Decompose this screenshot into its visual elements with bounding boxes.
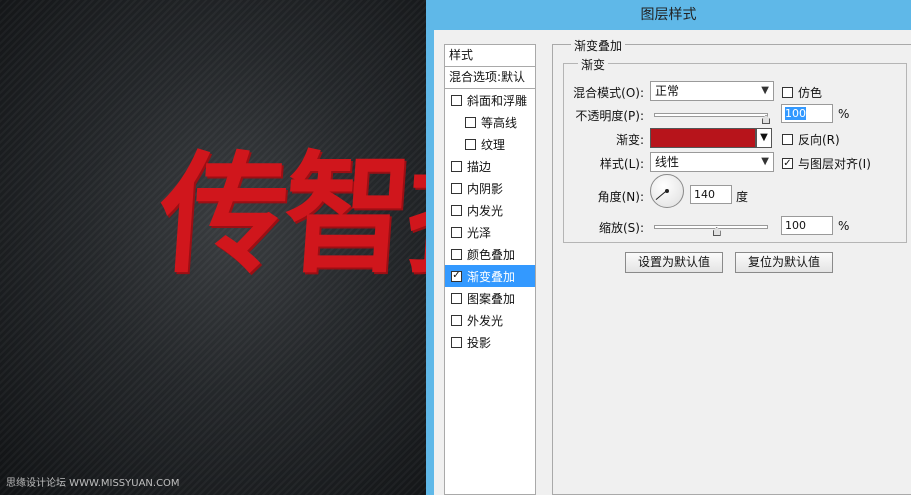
style-items: 斜面和浮雕等高线纹理描边内阴影内发光光泽颜色叠加 ✓ 渐变叠加图案叠加外发光投影 <box>445 89 535 353</box>
style-item-label: 投影 <box>467 335 492 350</box>
style-item-label: 内阴影 <box>467 181 504 196</box>
style-item-checkbox[interactable] <box>465 138 476 150</box>
angle-unit: 度 <box>736 190 749 204</box>
reset-default-button[interactable]: 复位为默认值 <box>735 252 833 273</box>
section-title: 渐变叠加 <box>571 37 626 54</box>
angle-input[interactable]: 140 <box>690 185 732 204</box>
set-default-button[interactable]: 设置为默认值 <box>625 252 723 273</box>
opacity-slider[interactable] <box>654 113 768 117</box>
style-item-checkbox[interactable] <box>465 116 476 128</box>
align-label: 与图层对齐(I) <box>798 157 871 171</box>
style-item-label: 内发光 <box>467 203 504 218</box>
group-title: 渐变 <box>578 56 609 73</box>
blend-mode-label: 混合模式(O): <box>573 86 644 100</box>
style-item-checkbox[interactable]: ✓ <box>451 270 462 282</box>
style-item[interactable]: 投影 <box>445 331 535 353</box>
dither-check-icon <box>782 87 793 98</box>
opacity-input[interactable]: 100 <box>781 104 833 123</box>
style-item[interactable]: 内阴影 <box>445 177 535 199</box>
opacity-label: 不透明度(P): <box>575 109 644 123</box>
style-item-checkbox[interactable] <box>451 314 462 326</box>
style-item-checkbox[interactable] <box>451 182 462 194</box>
align-with-layer-checkbox[interactable]: ✓ 与图层对齐(I) <box>782 155 871 172</box>
style-item-label: 渐变叠加 <box>467 269 516 284</box>
style-item[interactable]: 图案叠加 <box>445 287 535 309</box>
opacity-value: 100 <box>785 107 806 120</box>
style-item-label: 图案叠加 <box>467 291 516 306</box>
style-item-label: 等高线 <box>481 115 518 130</box>
gradient-label: 渐变: <box>615 133 644 147</box>
scale-percent-sign: % <box>838 219 850 233</box>
angle-label: 角度(N): <box>597 190 644 204</box>
dither-label: 仿色 <box>798 86 823 100</box>
style-item-checkbox[interactable] <box>451 160 462 172</box>
style-item-checkbox[interactable] <box>451 204 462 216</box>
scale-slider[interactable] <box>654 225 768 229</box>
chevron-down-icon: ▼ <box>761 156 769 167</box>
gradient-overlay-panel: 渐变叠加 渐变 混合模式(O): 正常 ▼ 仿色 不透明度(P): 100 % … <box>552 37 911 495</box>
style-select[interactable]: 线性 ▼ <box>650 152 774 172</box>
opacity-percent-sign: % <box>838 107 850 121</box>
gradient-group: 渐变 混合模式(O): 正常 ▼ 仿色 不透明度(P): 100 % 渐变: ▼… <box>563 56 907 243</box>
style-item-checkbox[interactable] <box>451 226 462 238</box>
chevron-down-icon: ▼ <box>761 85 769 96</box>
style-item-label: 描边 <box>467 159 492 174</box>
document-canvas: 传智播 思缘设计论坛 WWW.MISSYUAN.COM <box>0 0 426 495</box>
style-item[interactable]: ✓ 渐变叠加 <box>445 265 535 287</box>
align-check-icon: ✓ <box>782 157 793 169</box>
style-item-label: 斜面和浮雕 <box>467 93 528 108</box>
style-item[interactable]: 光泽 <box>445 221 535 243</box>
style-item[interactable]: 斜面和浮雕 <box>445 89 535 111</box>
style-item-label: 外发光 <box>467 313 504 328</box>
scale-input[interactable]: 100 <box>781 216 833 235</box>
style-item-checkbox[interactable] <box>451 94 462 106</box>
style-item[interactable]: 等高线 <box>445 111 535 133</box>
dialog-title: 图层样式 <box>640 7 697 23</box>
watermark: 思缘设计论坛 WWW.MISSYUAN.COM <box>6 478 180 489</box>
blend-mode-value: 正常 <box>655 84 680 98</box>
style-item-checkbox[interactable] <box>451 336 462 348</box>
dither-checkbox[interactable]: 仿色 <box>782 84 822 101</box>
blend-options-item[interactable]: 混合选项:默认 <box>445 67 535 89</box>
gradient-dropdown-icon[interactable]: ▼ <box>756 128 772 148</box>
blend-mode-select[interactable]: 正常 ▼ <box>650 81 774 101</box>
scale-label: 缩放(S): <box>598 221 644 235</box>
dialog-body: 样式 混合选项:默认 斜面和浮雕 等高线 纹理 描边 内阴影 内发光 光泽 颜色叠加 ✓ 渐变叠加… <box>434 30 911 495</box>
style-item-label: 颜色叠加 <box>467 247 516 262</box>
layer-style-dialog: 图层样式 样式 混合选项:默认 斜面和浮雕等高线纹理描边内阴影内发光光泽颜色叠加… <box>426 0 911 495</box>
style-value: 线性 <box>655 155 680 169</box>
style-item[interactable]: 描边 <box>445 155 535 177</box>
style-item-checkbox[interactable] <box>451 248 462 260</box>
styles-header[interactable]: 样式 <box>445 45 535 67</box>
artwork-text: 传智播 <box>154 139 426 292</box>
angle-dial[interactable] <box>650 174 684 208</box>
style-item-checkbox[interactable] <box>451 292 462 304</box>
style-item[interactable]: 外发光 <box>445 309 535 331</box>
gradient-swatch[interactable] <box>650 128 756 148</box>
style-item-label: 纹理 <box>481 137 506 152</box>
reverse-check-icon <box>782 134 793 145</box>
reverse-checkbox[interactable]: 反向(R) <box>782 131 840 148</box>
style-item[interactable]: 颜色叠加 <box>445 243 535 265</box>
style-item[interactable]: 内发光 <box>445 199 535 221</box>
style-item[interactable]: 纹理 <box>445 133 535 155</box>
style-label: 样式(L): <box>599 157 644 171</box>
reverse-label: 反向(R) <box>798 133 840 147</box>
angle-dial-needle <box>655 190 667 200</box>
styles-list: 样式 混合选项:默认 斜面和浮雕等高线纹理描边内阴影内发光光泽颜色叠加 ✓ 渐变叠加… <box>444 44 536 495</box>
style-item-label: 光泽 <box>467 225 492 240</box>
